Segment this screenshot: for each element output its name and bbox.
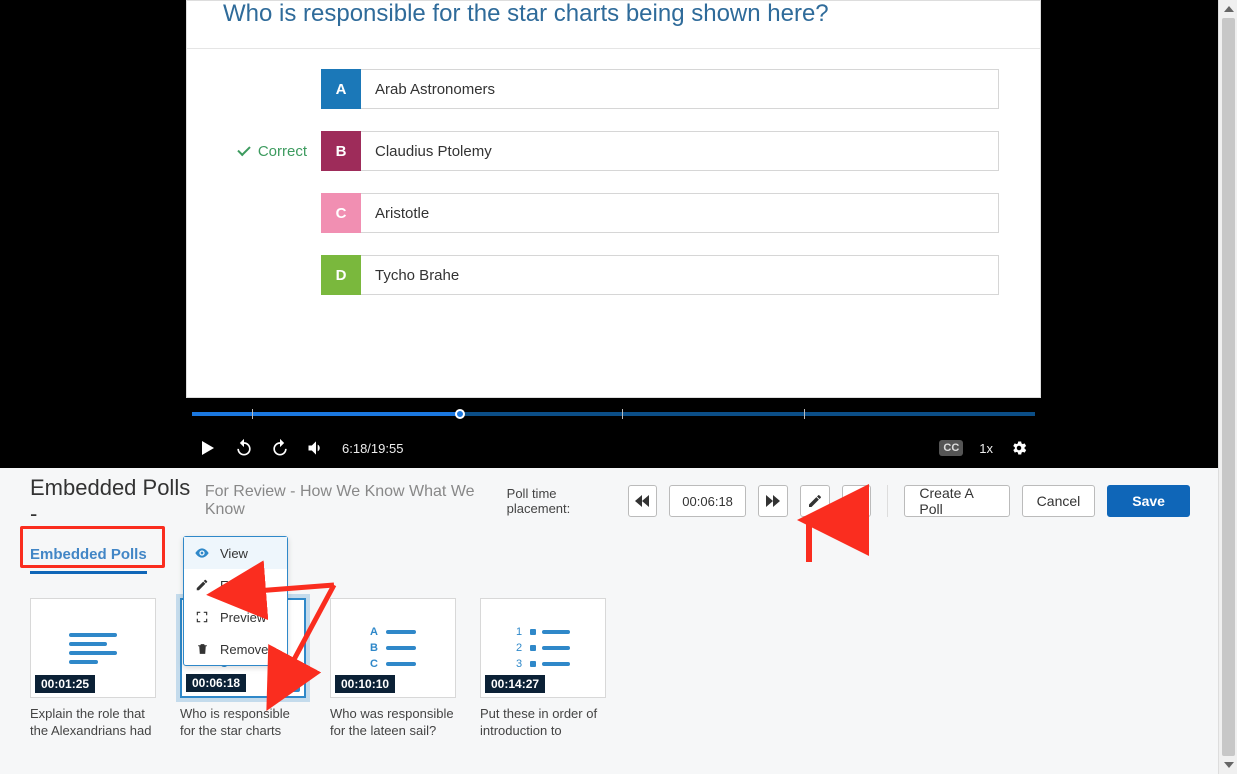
seek-back-button[interactable]: [628, 485, 658, 517]
editor-panel: Embedded Polls - For Review - How We Kno…: [0, 468, 1218, 774]
chevron-down-icon: [1224, 762, 1234, 768]
option-text-d[interactable]: Tycho Brahe: [361, 255, 999, 295]
header-actions: Poll time placement: 00:06:18 Create A P…: [507, 485, 1190, 517]
poll-overlay: Who is responsible for the star charts b…: [186, 0, 1041, 398]
volume-button[interactable]: [306, 438, 326, 458]
pencil-icon: [807, 493, 823, 509]
expand-icon: [194, 609, 210, 625]
gear-icon: [1010, 439, 1028, 457]
timestamp-badge: 00:06:18: [186, 674, 246, 692]
check-icon: [238, 144, 252, 158]
poll-caption-3: Who was responsible for the lateen sail?: [330, 706, 456, 740]
option-letter-b[interactable]: B: [321, 131, 361, 171]
cc-button[interactable]: CC: [939, 440, 963, 456]
option-text-b[interactable]: Claudius Ptolemy: [361, 131, 999, 171]
page-scrollbar[interactable]: [1218, 0, 1237, 774]
menu-view[interactable]: View: [184, 537, 287, 569]
menu-edit[interactable]: Edit: [184, 569, 287, 601]
card-more-button[interactable]: ⋯: [280, 672, 300, 692]
trash-icon: [850, 493, 864, 509]
seek-back-icon: [635, 495, 649, 507]
skip-forward-button[interactable]: [270, 438, 290, 458]
save-button[interactable]: Save: [1107, 485, 1190, 517]
skip-back-icon: [234, 438, 254, 458]
answer-row-c: C Aristotle: [223, 193, 1040, 233]
delete-poll-button[interactable]: [842, 485, 872, 517]
poll-caption-1: Explain the role that the Alexandrians h…: [30, 706, 156, 740]
timestamp-badge: 00:14:27: [485, 675, 545, 693]
poll-card-4: 1 2 3 00:14:27 Put these in order of int…: [480, 598, 606, 740]
play-icon: [202, 441, 214, 455]
text-poll-icon: [69, 628, 117, 669]
mc-poll-icon: A B C: [370, 622, 416, 674]
seek-forward-button[interactable]: [758, 485, 788, 517]
page-subtitle: For Review - How We Know What We Know: [205, 483, 507, 519]
poll-thumb-3[interactable]: A B C 00:10:10: [330, 598, 456, 698]
menu-preview[interactable]: Preview: [184, 601, 287, 633]
settings-button[interactable]: [1009, 438, 1029, 458]
poll-thumb-1[interactable]: 00:01:25: [30, 598, 156, 698]
menu-remove[interactable]: Remove: [184, 633, 287, 665]
correct-label: Correct: [258, 143, 307, 160]
option-letter-d[interactable]: D: [321, 255, 361, 295]
chevron-up-icon: [1224, 6, 1234, 12]
seek-forward-icon: [766, 495, 780, 507]
cancel-button[interactable]: Cancel: [1022, 485, 1096, 517]
correct-indicator: Correct: [223, 143, 321, 160]
option-text-c[interactable]: Aristotle: [361, 193, 999, 233]
eye-icon: [194, 545, 210, 561]
seek-bar[interactable]: [186, 398, 1041, 428]
video-area: Who is responsible for the star charts b…: [0, 0, 1218, 468]
skip-back-button[interactable]: [234, 438, 254, 458]
time-display: 6:18/19:55: [342, 441, 403, 456]
timestamp-badge: 00:10:10: [335, 675, 395, 693]
poll-answers: A Arab Astronomers Correct B Claudius Pt…: [187, 49, 1040, 295]
menu-remove-label: Remove: [220, 642, 268, 657]
skip-forward-icon: [270, 438, 290, 458]
play-button[interactable]: [198, 438, 218, 458]
option-letter-c[interactable]: C: [321, 193, 361, 233]
seek-knob[interactable]: [455, 409, 465, 419]
poll-card-1: 00:01:25 Explain the role that the Alexa…: [30, 598, 156, 740]
answer-row-b: Correct B Claudius Ptolemy: [223, 131, 1040, 171]
order-poll-icon: 1 2 3: [516, 622, 570, 674]
create-poll-button[interactable]: Create A Poll: [904, 485, 1009, 517]
poll-caption-2: Who is responsible for the star charts: [180, 706, 306, 740]
edit-poll-button[interactable]: [800, 485, 830, 517]
playback-speed[interactable]: 1x: [979, 441, 993, 456]
time-placement-input[interactable]: 00:06:18: [669, 485, 745, 517]
poll-card-3: A B C 00:10:10 Who was responsible for t…: [330, 598, 456, 740]
scroll-up-button[interactable]: [1219, 0, 1237, 18]
option-text-a[interactable]: Arab Astronomers: [361, 69, 999, 109]
separator: [887, 485, 888, 517]
menu-view-label: View: [220, 546, 248, 561]
answer-row-a: A Arab Astronomers: [223, 69, 1040, 109]
seek-track[interactable]: [192, 412, 1035, 416]
trash-icon: [194, 641, 210, 657]
menu-edit-label: Edit: [220, 578, 242, 593]
answer-row-d: D Tycho Brahe: [223, 255, 1040, 295]
seek-marker-2[interactable]: [622, 409, 623, 419]
card-context-menu: View Edit Preview Remove: [183, 536, 288, 666]
tab-embedded-polls[interactable]: Embedded Polls: [30, 546, 147, 574]
scroll-down-button[interactable]: [1219, 756, 1237, 774]
player-controls: 6:18/19:55 CC 1x: [186, 428, 1041, 468]
seek-marker-1[interactable]: [252, 409, 253, 419]
timestamp-badge: 00:01:25: [35, 675, 95, 693]
time-placement-label: Poll time placement:: [507, 486, 616, 516]
page-title: Embedded Polls -: [30, 475, 197, 527]
seek-marker-3[interactable]: [804, 409, 805, 419]
poll-question: Who is responsible for the star charts b…: [187, 0, 1040, 49]
editor-header: Embedded Polls - For Review - How We Kno…: [0, 468, 1218, 534]
scroll-thumb[interactable]: [1222, 18, 1235, 756]
poll-caption-4: Put these in order of introduction to: [480, 706, 606, 740]
pencil-icon: [194, 577, 210, 593]
poll-thumb-4[interactable]: 1 2 3 00:14:27: [480, 598, 606, 698]
volume-icon: [306, 438, 326, 458]
option-letter-a[interactable]: A: [321, 69, 361, 109]
seek-progress: [192, 412, 459, 416]
menu-preview-label: Preview: [220, 610, 266, 625]
